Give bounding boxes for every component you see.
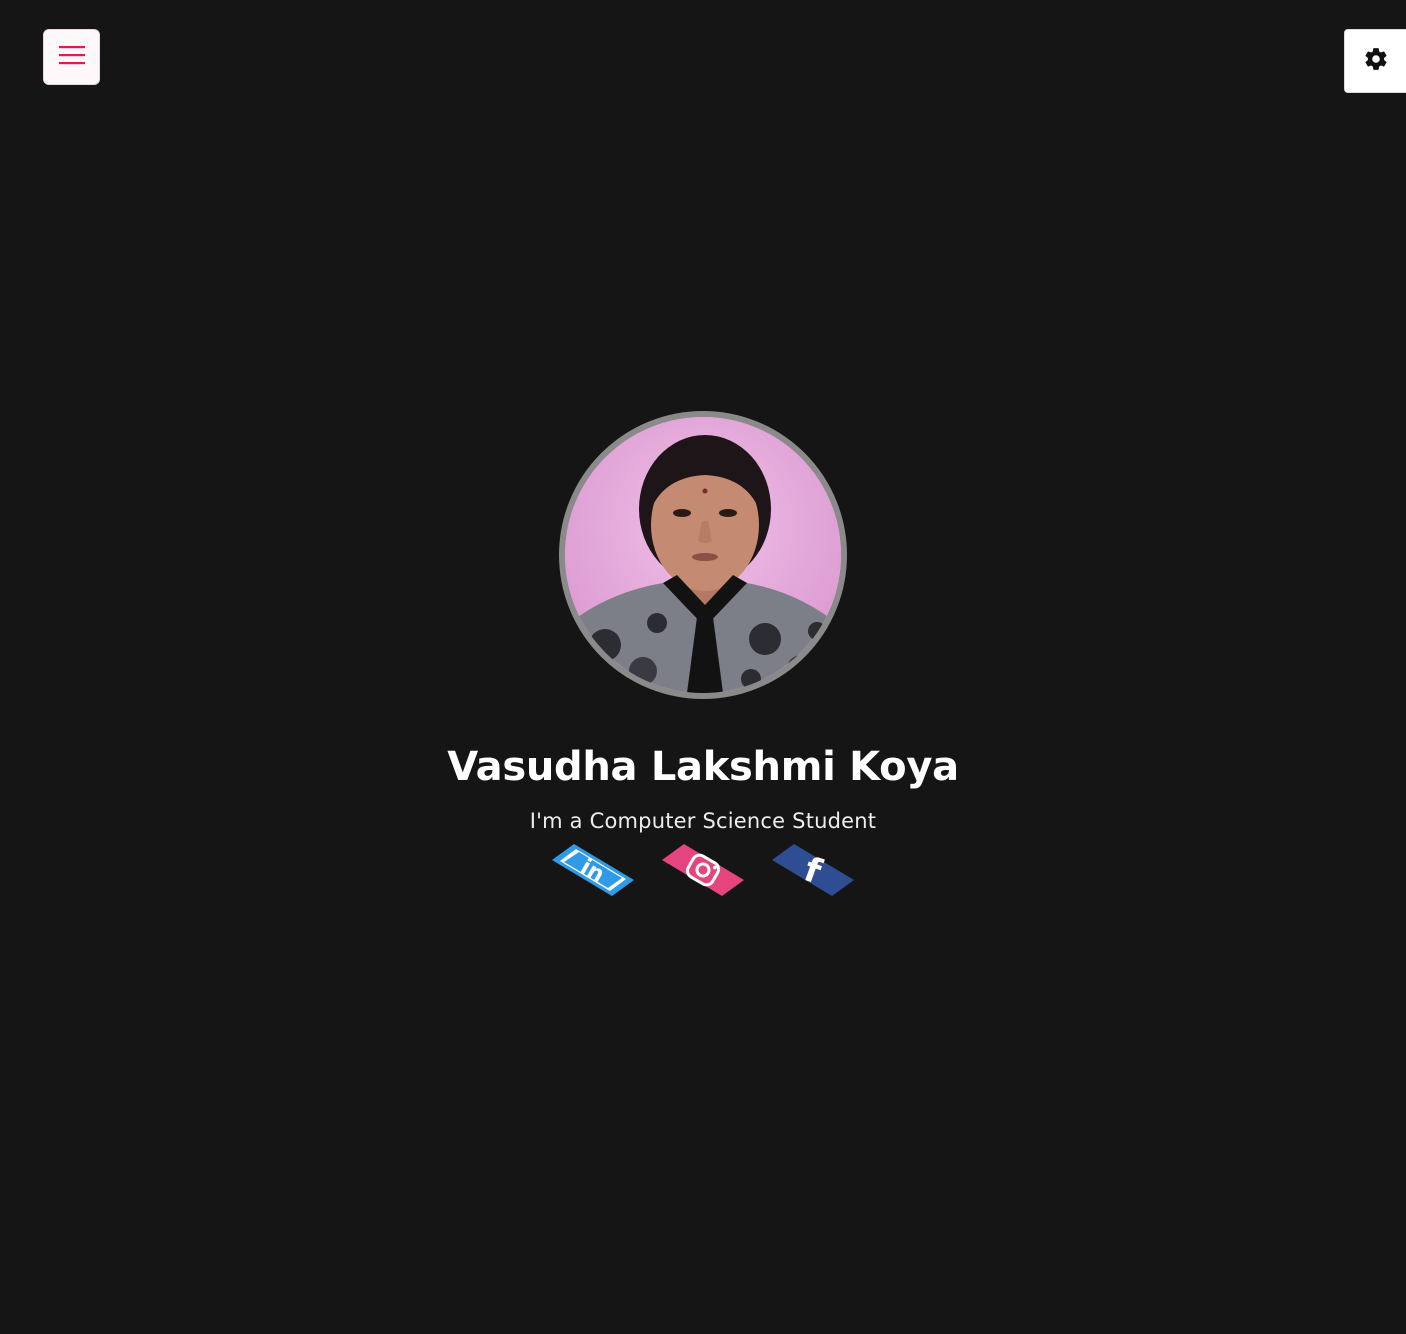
settings-button[interactable]	[1344, 29, 1406, 93]
profile-photo	[559, 411, 847, 699]
profile-section: Vasudha Lakshmi Koya I'm a Computer Scie…	[0, 411, 1406, 900]
profile-tagline: I'm a Computer Science Student	[529, 809, 877, 833]
instagram-icon	[662, 842, 744, 903]
profile-name: Vasudha Lakshmi Koya	[447, 744, 959, 790]
social-links: in f	[552, 842, 854, 903]
facebook-icon: f	[772, 842, 854, 903]
linkedin-icon: in	[552, 842, 634, 903]
menu-toggle-button[interactable]	[43, 29, 100, 85]
instagram-link[interactable]	[662, 842, 744, 903]
hamburger-menu-icon	[58, 44, 85, 71]
facebook-link[interactable]: f	[772, 842, 854, 903]
linkedin-link[interactable]: in	[552, 842, 634, 903]
gear-icon	[1363, 46, 1389, 77]
